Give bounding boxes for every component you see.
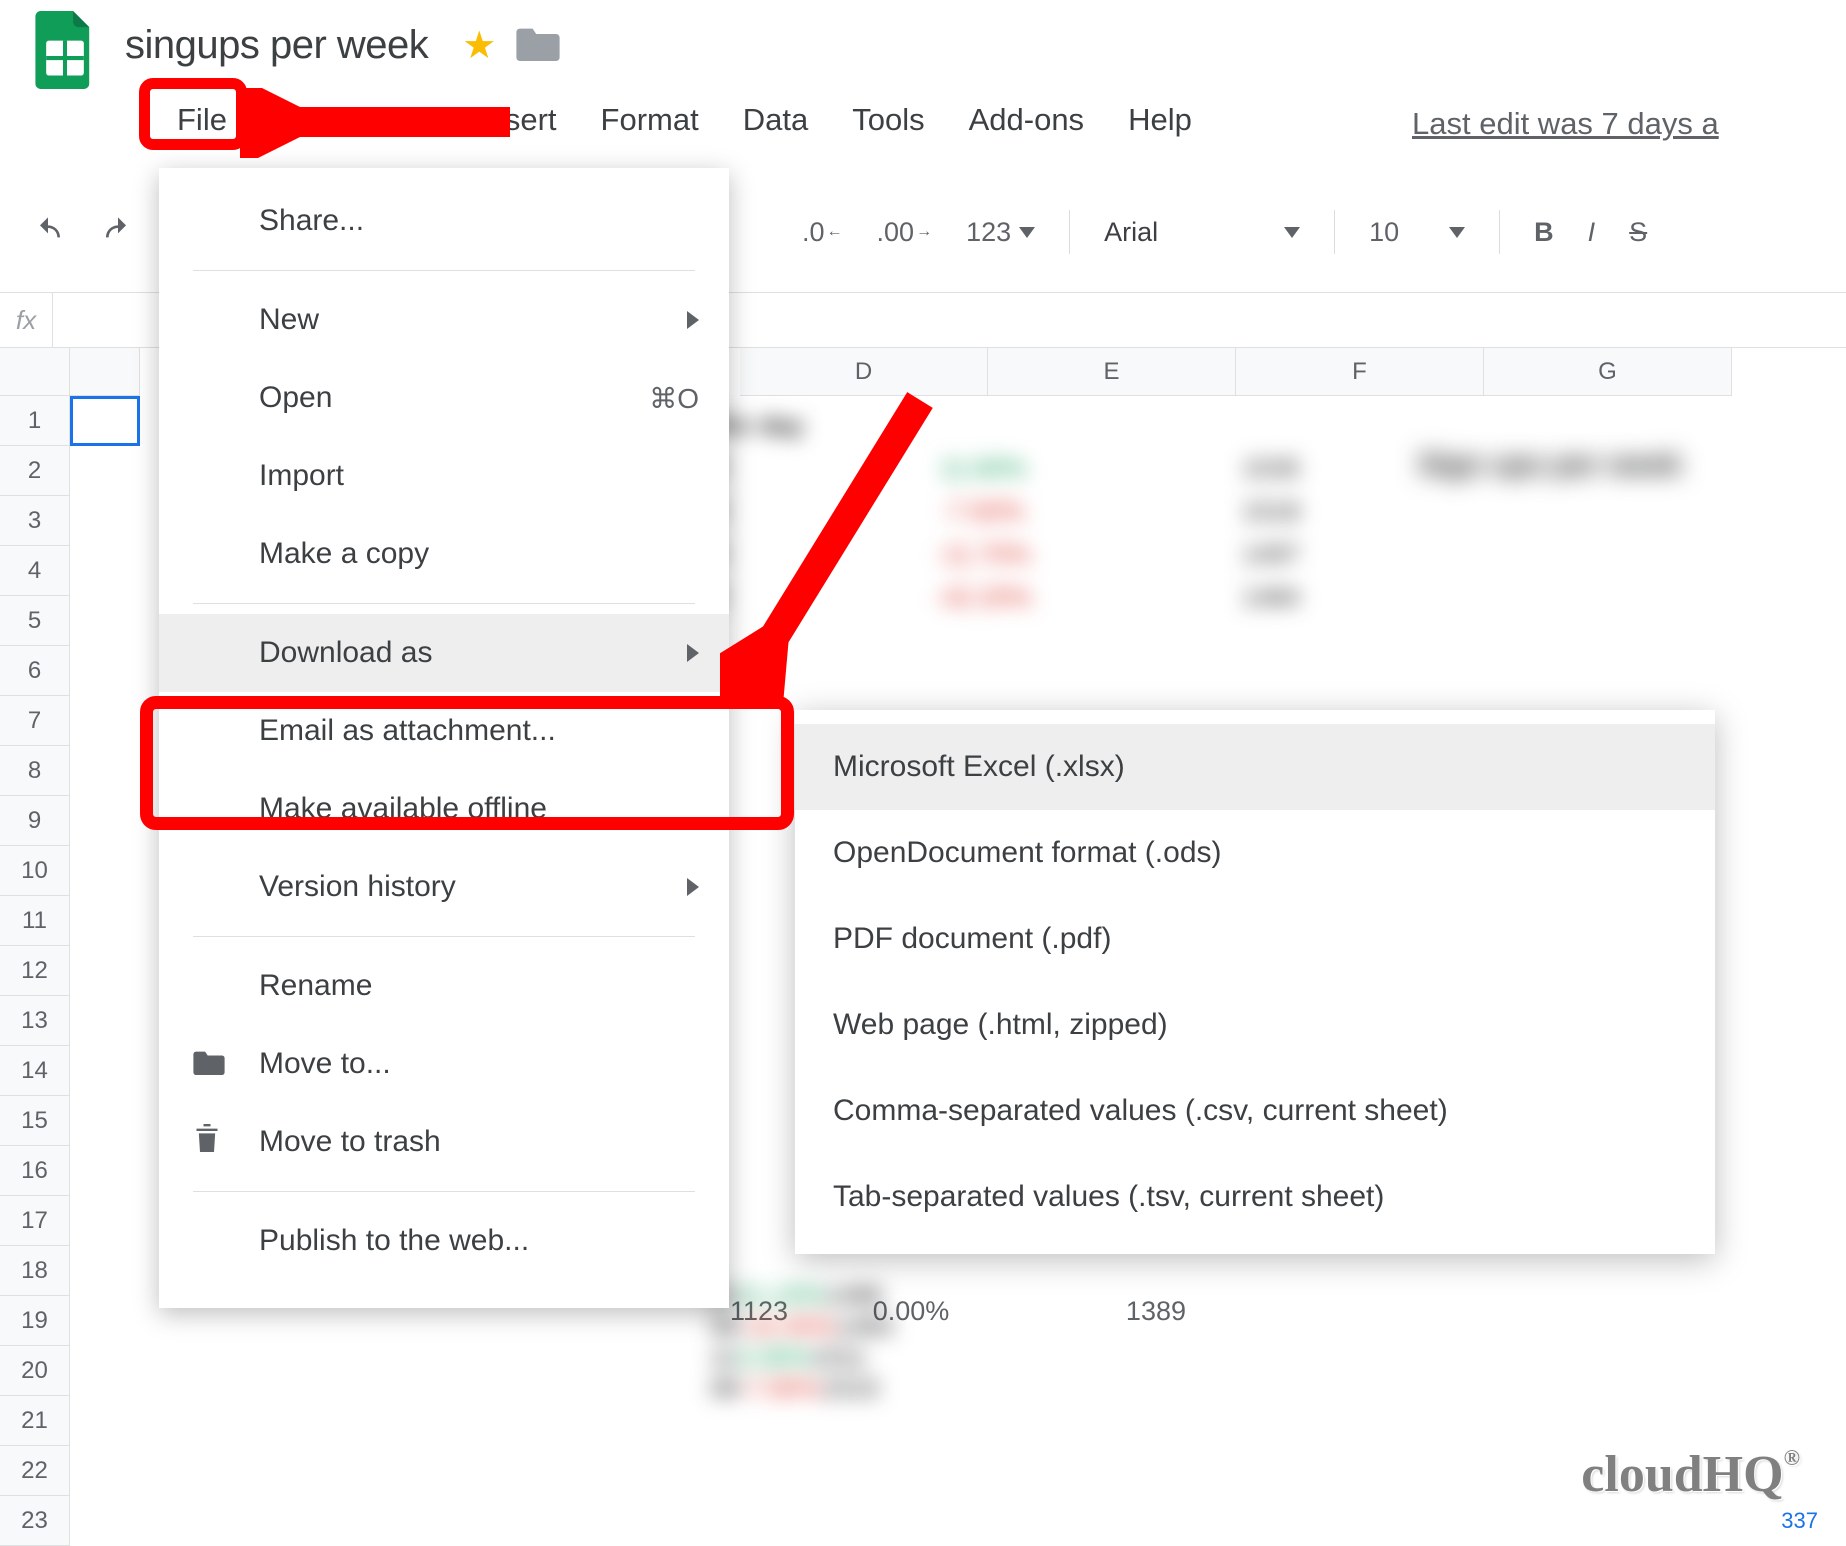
download-html[interactable]: Web page (.html, zipped) xyxy=(795,982,1715,1068)
row-header[interactable]: 16 xyxy=(0,1146,70,1196)
menu-item-rename[interactable]: Rename xyxy=(159,947,729,1025)
cloudhq-watermark: cloudHQ® xyxy=(1581,1445,1800,1504)
column-header-F[interactable]: F xyxy=(1236,348,1484,396)
row-headers: 1 2 3 4 5 6 7 8 9 10 11 12 13 14 15 16 1… xyxy=(0,396,70,1546)
menu-separator xyxy=(193,270,695,271)
last-edit-link[interactable]: Last edit was 7 days a xyxy=(1412,106,1719,142)
menu-item-make-copy[interactable]: Make a copy xyxy=(159,515,729,593)
menu-addons[interactable]: Add-ons xyxy=(947,92,1106,150)
row-header[interactable]: 13 xyxy=(0,996,70,1046)
row-header[interactable]: 6 xyxy=(0,646,70,696)
bold-button[interactable]: B xyxy=(1522,209,1566,256)
menu-item-share[interactable]: Share... xyxy=(159,182,729,260)
download-csv[interactable]: Comma-separated values (.csv, current sh… xyxy=(795,1068,1715,1154)
annotation-file-highlight xyxy=(139,78,247,150)
menu-format[interactable]: Format xyxy=(579,92,721,150)
undo-button[interactable] xyxy=(18,208,78,256)
title-bar: singups per week ★ xyxy=(0,0,1846,90)
row-header[interactable]: 10 xyxy=(0,846,70,896)
annotation-download-highlight xyxy=(140,696,794,830)
download-pdf[interactable]: PDF document (.pdf) xyxy=(795,896,1715,982)
select-all-corner[interactable] xyxy=(0,348,70,396)
font-family-dropdown[interactable]: Arial xyxy=(1092,209,1312,256)
column-header[interactable] xyxy=(70,348,140,396)
row-header[interactable]: 4 xyxy=(0,546,70,596)
sheets-icon xyxy=(0,0,125,94)
row-header[interactable]: 17 xyxy=(0,1196,70,1246)
shortcut-label: ⌘O xyxy=(649,382,699,415)
row-header[interactable]: 15 xyxy=(0,1096,70,1146)
menu-bar: File Edit View Insert Format Data Tools … xyxy=(155,92,1214,150)
menu-tools[interactable]: Tools xyxy=(830,92,946,150)
row-header[interactable]: 7 xyxy=(0,696,70,746)
folder-icon[interactable] xyxy=(496,25,560,66)
row-header[interactable]: 14 xyxy=(0,1046,70,1096)
font-size-dropdown[interactable]: 10 xyxy=(1357,209,1477,256)
column-header-G[interactable]: G xyxy=(1484,348,1732,396)
row-header[interactable]: 3 xyxy=(0,496,70,546)
download-tsv[interactable]: Tab-separated values (.tsv, current shee… xyxy=(795,1154,1715,1240)
row-header[interactable]: 22 xyxy=(0,1446,70,1496)
menu-edit[interactable]: Edit xyxy=(249,92,346,150)
increase-decimal-button[interactable]: .00→ xyxy=(865,209,945,256)
column-header-D[interactable]: D xyxy=(740,348,988,396)
download-ods[interactable]: OpenDocument format (.ods) xyxy=(795,810,1715,896)
menu-item-move-to-trash[interactable]: Move to trash xyxy=(159,1103,729,1181)
menu-separator xyxy=(193,603,695,604)
menu-item-version-history[interactable]: Version history xyxy=(159,848,729,926)
note-337: 337 xyxy=(1781,1508,1818,1534)
row-header[interactable]: 23 xyxy=(0,1496,70,1546)
format-123-button[interactable]: 123 xyxy=(954,209,1047,256)
column-header-E[interactable]: E xyxy=(988,348,1236,396)
menu-item-publish-web[interactable]: Publish to the web... xyxy=(159,1202,729,1280)
row-header[interactable]: 11 xyxy=(0,896,70,946)
redo-button[interactable] xyxy=(88,208,148,256)
menu-item-new[interactable]: New xyxy=(159,281,729,359)
menu-help[interactable]: Help xyxy=(1106,92,1214,150)
menu-view[interactable]: View xyxy=(346,92,457,150)
menu-item-import[interactable]: Import xyxy=(159,437,729,515)
decrease-decimal-button[interactable]: .0← xyxy=(790,209,855,256)
menu-separator xyxy=(193,936,695,937)
submenu-arrow-icon xyxy=(687,878,699,896)
star-icon[interactable]: ★ xyxy=(462,23,496,68)
toolbar-divider xyxy=(1069,210,1070,254)
fx-label: fx xyxy=(0,305,52,336)
row-header[interactable]: 18 xyxy=(0,1246,70,1296)
download-xlsx[interactable]: Microsoft Excel (.xlsx) xyxy=(795,724,1715,810)
row-header[interactable]: 2 xyxy=(0,446,70,496)
strikethrough-button[interactable]: S xyxy=(1617,209,1659,256)
row-header[interactable]: 9 xyxy=(0,796,70,846)
row-header[interactable]: 19 xyxy=(0,1296,70,1346)
blurred-cells-lower: 1121.10%1486 08-10.40%1483 113.30%1511 0… xyxy=(710,1280,1300,1520)
toolbar-divider xyxy=(1499,210,1500,254)
row-header[interactable]: 20 xyxy=(0,1346,70,1396)
menu-separator xyxy=(193,1191,695,1192)
blurred-cells: Per day 911.60%1535 8-7.60%1518 9-11.70%… xyxy=(710,404,1300,754)
submenu-arrow-icon xyxy=(687,644,699,662)
row-header[interactable]: 8 xyxy=(0,746,70,796)
menu-item-download-as[interactable]: Download as xyxy=(159,614,729,692)
folder-icon xyxy=(193,1045,225,1084)
blurred-chart-title: Sign ups per week xyxy=(1360,448,1740,688)
menu-item-move-to[interactable]: Move to... xyxy=(159,1025,729,1103)
row-header[interactable]: 21 xyxy=(0,1396,70,1446)
download-as-submenu: Microsoft Excel (.xlsx) OpenDocument for… xyxy=(795,710,1715,1254)
italic-button[interactable]: I xyxy=(1576,209,1608,256)
toolbar-divider xyxy=(1334,210,1335,254)
document-title[interactable]: singups per week xyxy=(125,23,428,68)
selected-cell-indicator xyxy=(70,396,140,446)
submenu-arrow-icon xyxy=(687,311,699,329)
trash-icon xyxy=(193,1121,221,1164)
row-header[interactable]: 1 xyxy=(0,396,70,446)
row-header[interactable]: 12 xyxy=(0,946,70,996)
menu-data[interactable]: Data xyxy=(721,92,830,150)
menu-insert[interactable]: Insert xyxy=(457,92,579,150)
menu-item-open[interactable]: Open⌘O xyxy=(159,359,729,437)
row-header[interactable]: 5 xyxy=(0,596,70,646)
